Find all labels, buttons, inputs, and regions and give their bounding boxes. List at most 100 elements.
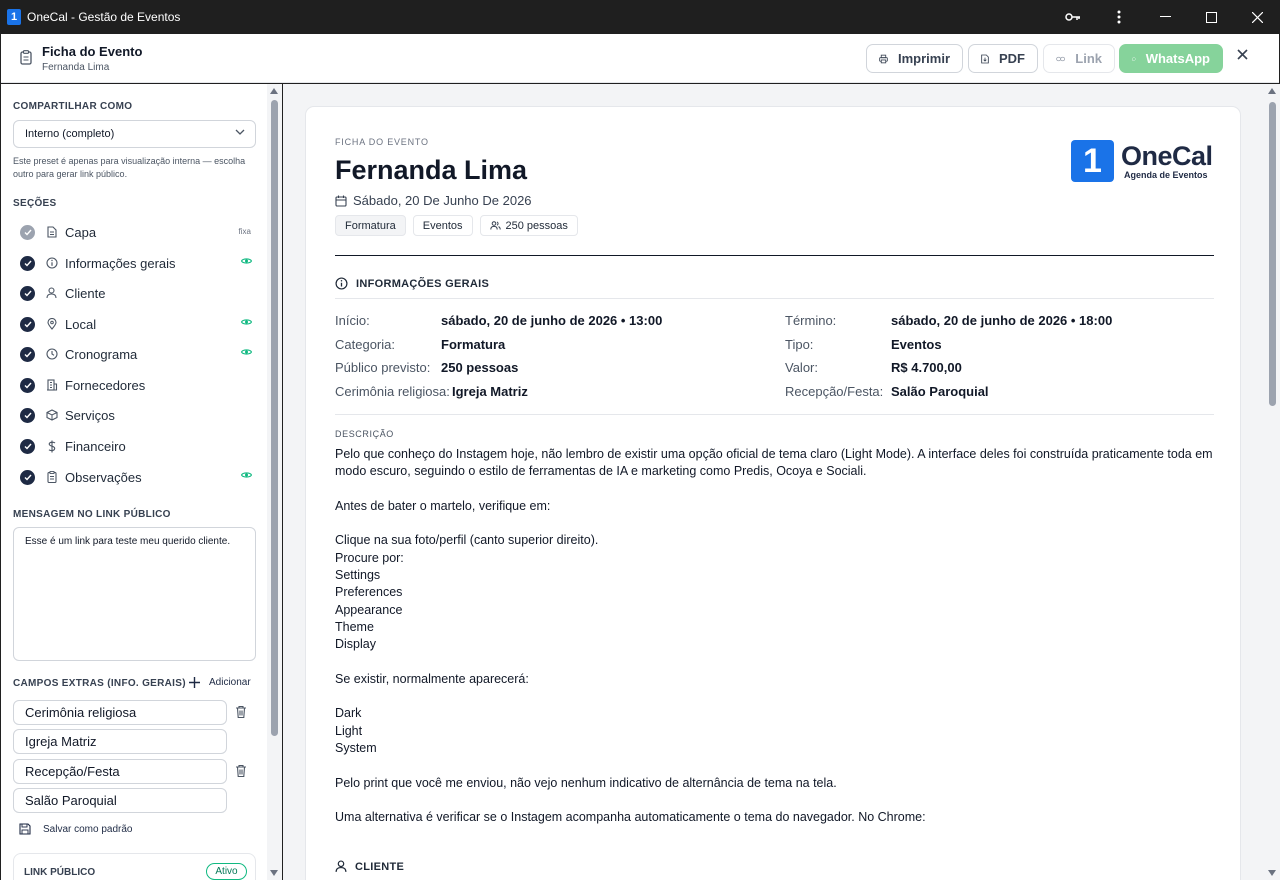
- sidebar-scroll-thumb[interactable]: [271, 100, 278, 736]
- tag-attendees: 250 pessoas: [479, 215, 578, 236]
- settings-sidebar: COMPARTILHAR COMO Interno (completo) Est…: [1, 84, 267, 880]
- pdf-button[interactable]: PDF: [968, 44, 1038, 73]
- scroll-down-icon: [270, 870, 278, 876]
- section-item-cliente[interactable]: Cliente: [13, 282, 258, 304]
- clock-icon: [45, 348, 58, 361]
- eye-icon[interactable]: [241, 471, 252, 479]
- dialog-header: Ficha do Evento Fernanda Lima Imprimir P…: [1, 34, 1279, 83]
- extra-field-value-2[interactable]: Salão Paroquial: [13, 788, 227, 813]
- public-link-label: LINK PÚBLICO: [24, 867, 96, 878]
- eye-icon[interactable]: [241, 318, 252, 326]
- public-link-card: LINK PÚBLICO Ativo: [13, 853, 256, 880]
- share-hint: Este preset é apenas para visualização i…: [13, 156, 246, 179]
- key-icon[interactable]: [1050, 0, 1096, 34]
- pdf-label: PDF: [999, 51, 1025, 66]
- preview-scrollbar[interactable]: [1265, 84, 1280, 880]
- print-button[interactable]: Imprimir: [866, 44, 963, 73]
- info-key: Recepção/Festa:: [785, 384, 884, 399]
- check-icon[interactable]: [20, 438, 35, 454]
- section-item-financeiro[interactable]: Financeiro: [13, 435, 258, 457]
- extra-field-name-2[interactable]: Recepção/Festa: [13, 759, 227, 784]
- info-key: Término:: [785, 313, 837, 328]
- check-icon[interactable]: [20, 346, 35, 362]
- sections-label: SEÇÕES: [13, 198, 57, 209]
- sidebar-scrollbar[interactable]: [267, 84, 282, 880]
- check-icon[interactable]: [20, 224, 35, 240]
- description-text: Pelo que conheço do Instagem hoje, não l…: [335, 447, 1213, 825]
- more-vertical-icon[interactable]: [1096, 0, 1142, 34]
- eye-icon[interactable]: [241, 257, 252, 265]
- section-label: Fornecedores: [65, 377, 146, 393]
- file-download-icon: [981, 54, 989, 63]
- info-value: Salão Paroquial: [891, 384, 989, 399]
- general-info-heading: INFORMAÇÕES GERAIS: [335, 277, 489, 290]
- extra-fields-label: CAMPOS EXTRAS (INFO. GERAIS): [13, 678, 186, 689]
- event-date: Sábado, 20 De Junho De 2026: [335, 193, 532, 208]
- section-label: Cliente: [65, 285, 106, 301]
- link-label: Link: [1075, 51, 1102, 66]
- info-value: sábado, 20 de junho de 2026 • 18:00: [891, 313, 1113, 328]
- description-label: DESCRIÇÃO: [335, 429, 394, 439]
- check-icon[interactable]: [20, 255, 35, 271]
- section-label: Cronograma: [65, 346, 138, 362]
- print-label: Imprimir: [897, 51, 950, 66]
- info-icon: [45, 257, 58, 270]
- general-info-title: INFORMAÇÕES GERAIS: [356, 277, 490, 290]
- check-icon[interactable]: [20, 316, 35, 332]
- section-item-informacoes-gerais[interactable]: Informações gerais: [13, 252, 258, 274]
- tag-category: Formatura: [335, 215, 406, 236]
- share-as-label: COMPARTILHAR COMO: [13, 101, 133, 112]
- divider: [335, 414, 1214, 415]
- info-value: 250 pessoas: [441, 360, 519, 375]
- add-field-button[interactable]: Adicionar: [189, 677, 251, 688]
- section-item-local[interactable]: Local: [13, 313, 258, 335]
- divider: [335, 298, 1214, 299]
- section-item-observacoes[interactable]: Observações: [13, 466, 258, 488]
- section-label: Serviços: [65, 407, 115, 423]
- section-label: Local: [65, 316, 97, 332]
- scroll-up-icon: [270, 88, 278, 94]
- clipboard-icon: [20, 50, 32, 65]
- logo-mark: 1: [1071, 140, 1114, 182]
- link-button[interactable]: Link: [1043, 44, 1115, 73]
- check-icon[interactable]: [20, 285, 35, 301]
- preview-scroll-thumb[interactable]: [1269, 102, 1276, 406]
- section-label: Informações gerais: [65, 255, 176, 271]
- check-icon[interactable]: [20, 377, 35, 393]
- dialog-title: Ficha do Evento: [42, 44, 143, 59]
- section-item-fornecedores[interactable]: Fornecedores: [13, 374, 258, 396]
- eye-icon[interactable]: [241, 348, 252, 356]
- public-link-status-badge[interactable]: Ativo: [206, 863, 247, 880]
- save-as-default-button[interactable]: Salvar como padrão: [19, 823, 133, 835]
- section-item-cronograma[interactable]: Cronograma: [13, 343, 258, 365]
- maximize-button[interactable]: [1188, 0, 1234, 34]
- logo-tagline: Agenda de Eventos: [1124, 169, 1208, 180]
- trash-icon[interactable]: [235, 764, 247, 778]
- section-item-capa[interactable]: Capa fixa: [13, 221, 258, 243]
- event-client-name: Fernanda Lima: [335, 155, 528, 185]
- whatsapp-button[interactable]: WhatsApp: [1119, 44, 1223, 73]
- extra-field-value-1[interactable]: Igreja Matriz: [13, 729, 227, 754]
- info-value: Formatura: [441, 337, 506, 352]
- location-pin-icon: [45, 318, 58, 331]
- divider: [335, 255, 1214, 256]
- plus-icon: [189, 677, 200, 688]
- box-icon: [45, 409, 58, 422]
- info-key: Início:: [335, 313, 370, 328]
- window-titlebar: 1 OneCal - Gestão de Eventos: [0, 0, 1280, 34]
- check-icon[interactable]: [20, 469, 35, 485]
- section-item-servicos[interactable]: Serviços: [13, 404, 258, 426]
- calendar-icon: [335, 195, 347, 207]
- minimize-button[interactable]: [1142, 0, 1188, 34]
- whatsapp-icon: [1132, 56, 1136, 61]
- window-close-button[interactable]: [1234, 0, 1280, 34]
- extra-field-name-1[interactable]: Cerimônia religiosa: [13, 700, 227, 725]
- info-key: Cerimônia religiosa:: [335, 384, 450, 399]
- trash-icon[interactable]: [235, 705, 247, 719]
- link-icon: [1056, 56, 1066, 61]
- public-message-textarea[interactable]: Esse é um link para teste meu querido cl…: [13, 527, 256, 661]
- close-icon[interactable]: [1237, 49, 1248, 60]
- event-sheet: FICHA DO EVENTO Fernanda Lima Sábado, 20…: [305, 106, 1241, 880]
- check-icon[interactable]: [20, 407, 35, 423]
- share-preset-select[interactable]: Interno (completo): [13, 120, 256, 148]
